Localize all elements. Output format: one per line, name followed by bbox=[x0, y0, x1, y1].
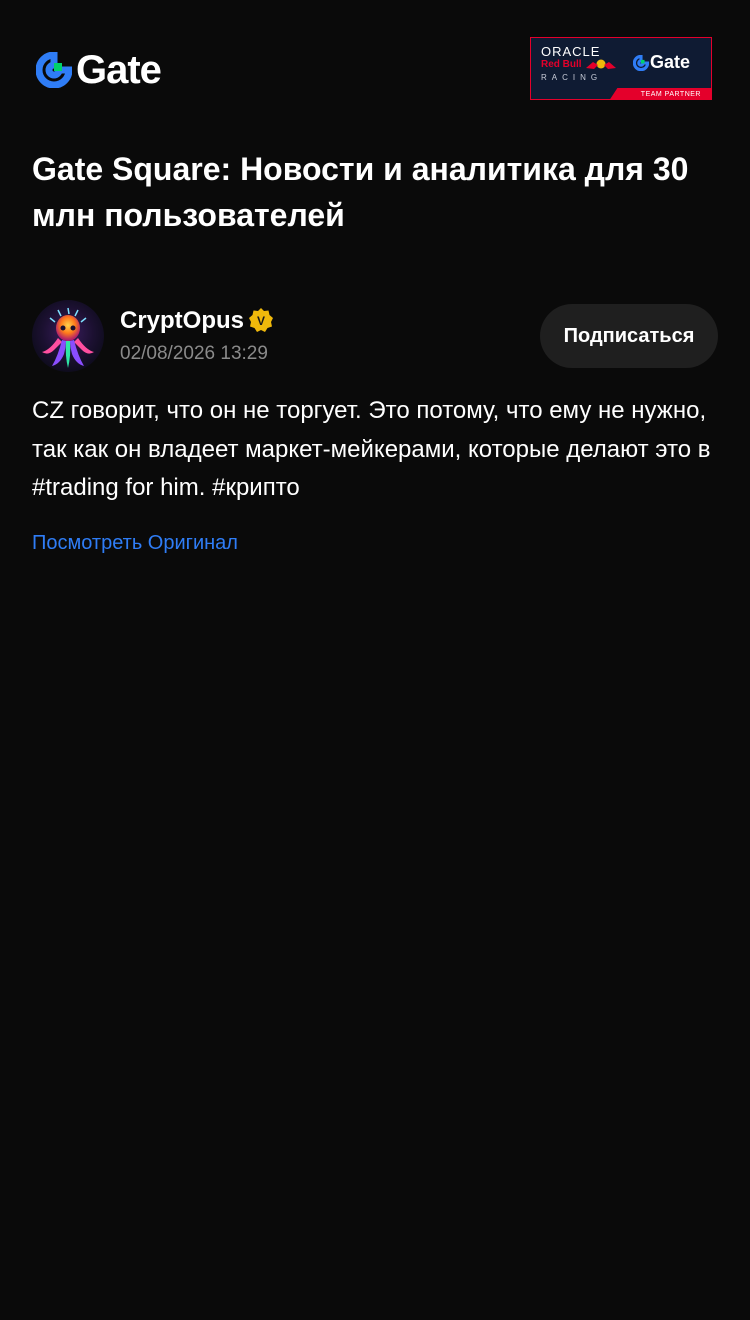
partner-banner[interactable]: ORACLE Red Bull RACING Gate TEAM PARTNER bbox=[530, 37, 712, 100]
avatar[interactable] bbox=[32, 300, 104, 372]
page-title: Gate Square: Новости и аналитика для 30 … bbox=[32, 151, 689, 233]
redbull-icon bbox=[586, 59, 616, 69]
gate-logo[interactable]: Gate bbox=[36, 48, 162, 92]
post-body: CZ говорит, что он не торгует. Это потом… bbox=[32, 392, 718, 508]
header: Gate ORACLE Red Bull RACING Gate TEAM PA… bbox=[0, 0, 750, 130]
post-author-row: CryptOpus V 02/08/2026 13:29 Подписаться bbox=[32, 300, 718, 372]
verified-badge-icon: V bbox=[249, 308, 273, 332]
hashtag-crypto-link[interactable]: #крипто bbox=[212, 474, 300, 501]
team-partner-label: TEAM PARTNER bbox=[640, 91, 701, 98]
racing-wordmark: RACING bbox=[541, 73, 603, 82]
redbull-wordmark: Red Bull bbox=[541, 59, 582, 70]
follow-button[interactable]: Подписаться bbox=[540, 304, 718, 368]
author-name[interactable]: CryptOpus bbox=[120, 306, 244, 336]
partner-gate-logo: Gate bbox=[633, 52, 690, 73]
verified-badge-letter: V bbox=[257, 314, 265, 328]
partner-gate-text: Gate bbox=[650, 52, 691, 72]
octopus-avatar-image bbox=[32, 300, 104, 372]
gate-logo-icon bbox=[36, 52, 72, 88]
post-timestamp: 02/08/2026 13:29 bbox=[120, 343, 268, 364]
oracle-wordmark: ORACLE bbox=[541, 44, 601, 59]
logo-text: Gate bbox=[76, 48, 162, 92]
hashtag-trading-link[interactable]: #trading bbox=[32, 474, 119, 501]
gate-logo-icon bbox=[633, 54, 649, 71]
post-text: CZ говорит, что он не торгует. Это потом… bbox=[32, 397, 711, 463]
view-original-link[interactable]: Посмотреть Оригинал bbox=[32, 530, 238, 556]
post-text-mid: for him. bbox=[118, 474, 213, 501]
